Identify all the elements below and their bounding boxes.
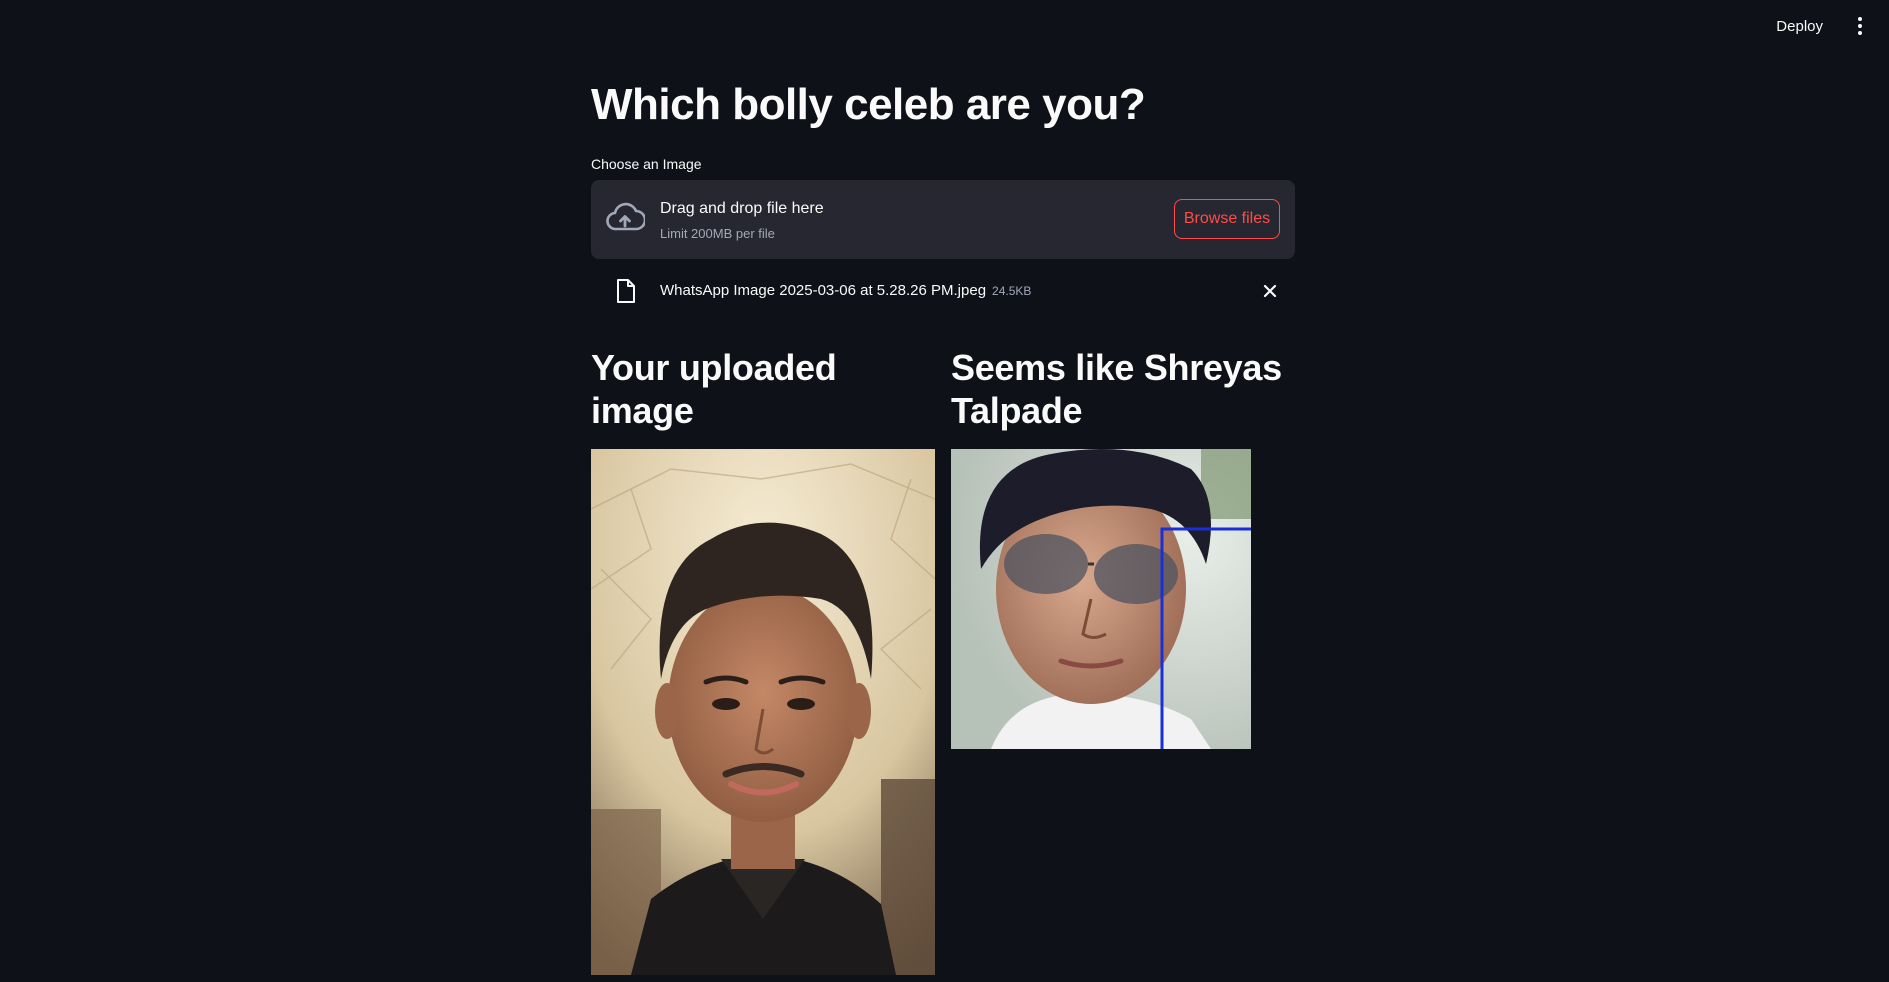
dropzone-limit: Limit 200MB per file (660, 226, 775, 241)
uploader-label: Choose an Image (591, 156, 702, 172)
uploaded-image-heading: Your uploaded image (591, 347, 837, 431)
browse-files-button[interactable]: Browse files (1174, 199, 1280, 239)
file-size: 24.5KB (992, 284, 1032, 298)
close-icon[interactable] (1261, 282, 1279, 300)
cloud-upload-icon (606, 202, 645, 231)
dropzone-instructions: Drag and drop file here (660, 200, 824, 217)
celebrity-match-photo (951, 449, 1251, 749)
uploaded-photo (591, 449, 935, 975)
file-dropzone[interactable]: Drag and drop file here Limit 200MB per … (591, 180, 1295, 259)
page-title: Which bolly celeb are you? (591, 80, 1146, 129)
match-heading: Seems like Shreyas Talpade (951, 347, 1282, 431)
uploaded-file-name: WhatsApp Image 2025-03-06 at 5.28.26 PM.… (660, 282, 1031, 299)
kebab-menu-icon[interactable] (1851, 14, 1869, 38)
uploaded-file-row: WhatsApp Image 2025-03-06 at 5.28.26 PM.… (591, 276, 1295, 306)
uploaded-column: Your uploaded image (591, 346, 935, 432)
file-icon (617, 279, 635, 303)
match-column: Seems like Shreyas Talpade (951, 346, 1295, 432)
top-toolbar: Deploy (0, 0, 1889, 52)
deploy-button[interactable]: Deploy (1770, 14, 1829, 39)
file-name-text: WhatsApp Image 2025-03-06 at 5.28.26 PM.… (660, 282, 987, 299)
